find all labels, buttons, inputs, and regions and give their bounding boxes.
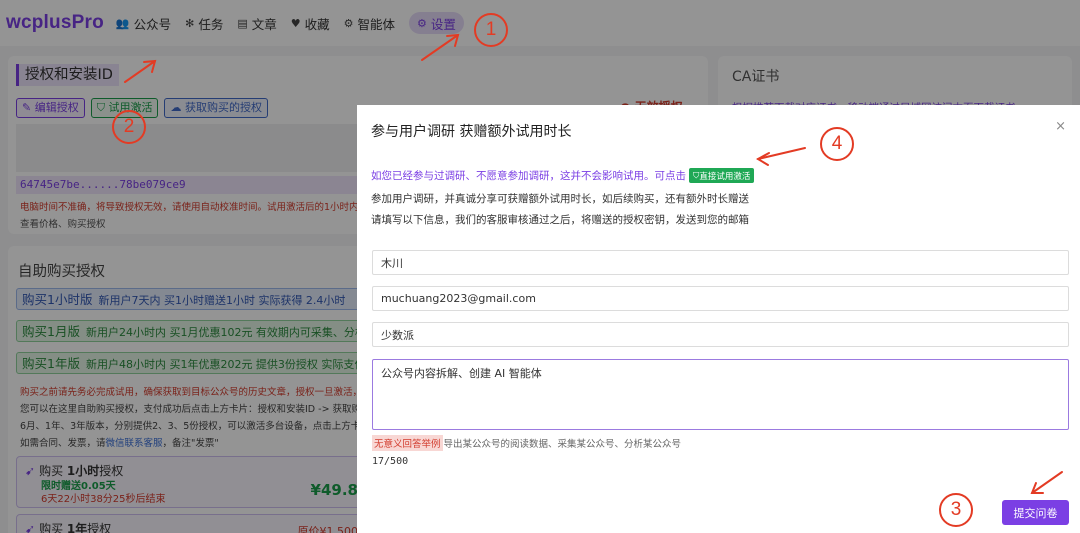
arrow-4 xyxy=(757,147,806,160)
arrow-1 xyxy=(421,34,459,61)
arrow-2 xyxy=(124,60,156,83)
annotation-circle-2: 2 xyxy=(112,110,146,144)
annotation-arrows xyxy=(124,33,1063,494)
annotation-circle-4: 4 xyxy=(820,127,854,161)
annotation-circle-1: 1 xyxy=(474,13,508,47)
annotation-circle-3: 3 xyxy=(939,493,973,527)
arrow-4-head xyxy=(755,152,770,166)
